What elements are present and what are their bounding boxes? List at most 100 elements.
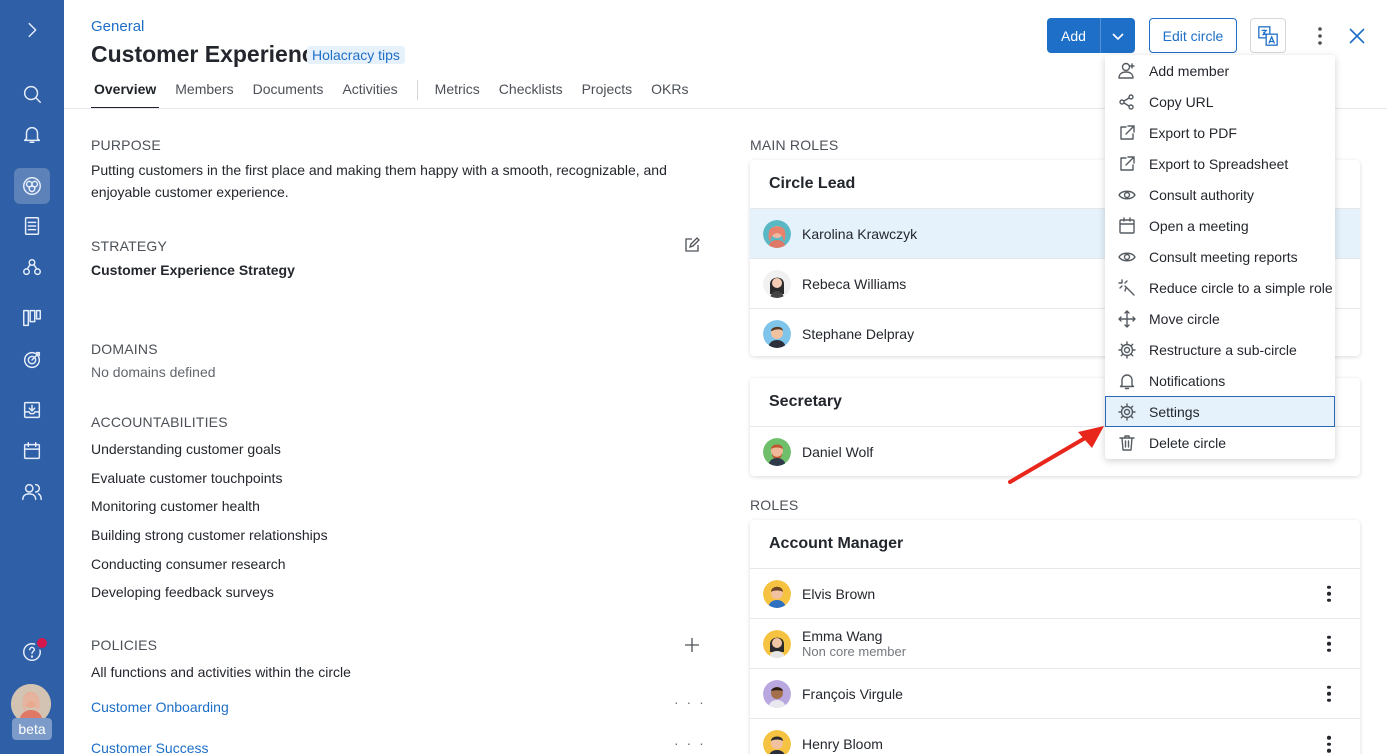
menu-item-reduce-circle[interactable]: Reduce circle to a simple role — [1105, 272, 1335, 303]
edit-strategy-button[interactable] — [683, 236, 701, 257]
search-icon[interactable] — [14, 76, 50, 112]
breadcrumb[interactable]: General — [91, 18, 144, 35]
holacracy-tips-link[interactable]: Holacracy tips — [307, 46, 405, 64]
member-name: Emma Wang — [802, 628, 883, 644]
member-more-button[interactable] — [1326, 735, 1332, 753]
purpose-heading: PURPOSE — [91, 137, 161, 153]
member-row[interactable]: Elvis Brown — [750, 569, 1360, 619]
people-icon[interactable] — [14, 474, 50, 510]
tab-overview[interactable]: Overview — [90, 81, 160, 109]
menu-item-label: Delete circle — [1149, 434, 1227, 451]
avatar — [763, 629, 791, 658]
edit-circle-button[interactable]: Edit circle — [1149, 18, 1237, 53]
translate-button[interactable] — [1250, 18, 1286, 53]
add-dropdown-button[interactable] — [1100, 18, 1135, 53]
menu-item-export-pdf[interactable]: Export to PDF — [1105, 117, 1335, 148]
plus-icon — [685, 638, 699, 652]
expand-icon[interactable] — [14, 12, 50, 48]
policy-more-button[interactable]: · · · — [674, 694, 706, 710]
menu-item-label: Restructure a sub-circle — [1149, 341, 1297, 358]
menu-item-consult-authority[interactable]: Consult authority — [1105, 179, 1335, 210]
share-icon — [1118, 93, 1136, 111]
menu-item-settings[interactable]: Settings — [1105, 396, 1335, 427]
tab-documents[interactable]: Documents — [253, 81, 324, 107]
menu-item-copy-url[interactable]: Copy URL — [1105, 86, 1335, 117]
tab-metrics[interactable]: Metrics — [435, 81, 480, 107]
tab-bar: Overview Members Documents Activities Me… — [90, 80, 708, 109]
gear-icon — [1118, 341, 1136, 359]
menu-item-label: Settings — [1149, 403, 1200, 420]
eye-icon — [1118, 248, 1136, 266]
member-row[interactable]: Emma Wang Non core member — [750, 619, 1360, 669]
menu-item-delete-circle[interactable]: Delete circle — [1105, 427, 1335, 458]
bell-icon[interactable] — [14, 116, 50, 152]
policy-link[interactable]: Customer Onboarding — [91, 699, 229, 715]
menu-item-label: Export to PDF — [1149, 124, 1237, 141]
tab-projects[interactable]: Projects — [582, 81, 633, 107]
page-title: Customer Experience — [91, 41, 328, 67]
member-name: Henry Bloom — [802, 736, 883, 752]
member-more-button[interactable] — [1326, 635, 1332, 652]
more-options-button[interactable] — [1308, 22, 1332, 50]
member-name: Stephane Delpray — [802, 326, 915, 342]
menu-item-notifications[interactable]: Notifications — [1105, 365, 1335, 396]
member-row[interactable]: Henry Bloom — [750, 719, 1360, 754]
tab-divider — [416, 80, 418, 100]
menu-item-move-circle[interactable]: Move circle — [1105, 303, 1335, 334]
menu-item-label: Add member — [1149, 62, 1230, 79]
add-policy-button[interactable] — [684, 637, 700, 656]
edit-icon — [685, 237, 700, 252]
tab-okrs[interactable]: OKRs — [651, 81, 688, 107]
strategy-text[interactable]: Customer Experience Strategy — [91, 259, 711, 281]
menu-item-open-meeting[interactable]: Open a meeting — [1105, 210, 1335, 241]
menu-item-label: Open a meeting — [1149, 217, 1249, 234]
tab-checklists[interactable]: Checklists — [499, 81, 563, 107]
purpose-text: Putting customers in the first place and… — [91, 162, 667, 200]
menu-item-restructure[interactable]: Restructure a sub-circle — [1105, 334, 1335, 365]
annotation-arrow-icon — [1008, 426, 1104, 484]
circle-actions-menu: Add member Copy URL Export to PDF Export… — [1105, 55, 1335, 459]
member-name: Rebeca Williams — [802, 275, 907, 292]
menu-item-label: Notifications — [1149, 372, 1226, 389]
menu-item-meeting-reports[interactable]: Consult meeting reports — [1105, 241, 1335, 272]
external-link-icon — [1118, 155, 1136, 173]
member-row[interactable]: François Virgule — [750, 669, 1360, 719]
main-roles-heading: MAIN ROLES — [750, 137, 839, 153]
inbox-icon[interactable] — [14, 392, 50, 428]
menu-item-label: Consult authority — [1149, 186, 1255, 203]
add-button[interactable]: Add — [1047, 18, 1100, 53]
policies-text: All functions and activities within the … — [91, 664, 351, 680]
tab-activities[interactable]: Activities — [342, 81, 397, 107]
role-title[interactable]: Account Manager — [750, 520, 1360, 569]
accountability-item: Understanding customer goals — [91, 441, 281, 457]
board-icon[interactable] — [14, 300, 50, 336]
member-more-button[interactable] — [1326, 585, 1332, 602]
avatar — [763, 730, 791, 754]
kebab-icon — [1318, 27, 1322, 45]
policy-link[interactable]: Customer Success — [91, 740, 208, 754]
policy-more-button[interactable]: · · · — [674, 735, 706, 751]
target-icon[interactable] — [14, 342, 50, 378]
accountabilities-heading: ACCOUNTABILITIES — [91, 414, 228, 430]
menu-item-label: Reduce circle to a simple role — [1149, 279, 1333, 296]
member-name: François Virgule — [802, 685, 903, 702]
roles-icon[interactable] — [14, 250, 50, 286]
document-icon[interactable] — [14, 208, 50, 244]
accountability-item: Building strong customer relationships — [91, 527, 328, 543]
move-icon — [1118, 310, 1136, 328]
calendar-icon[interactable] — [14, 433, 50, 469]
menu-item-add-member[interactable]: Add member — [1105, 55, 1335, 86]
menu-item-export-spreadsheet[interactable]: Export to Spreadsheet — [1105, 148, 1335, 179]
member-more-button[interactable] — [1326, 685, 1332, 702]
close-button[interactable] — [1344, 22, 1370, 50]
strategy-heading: STRATEGY — [91, 238, 168, 254]
circles-icon[interactable] — [14, 168, 50, 204]
avatar — [763, 269, 791, 298]
bell-icon — [1118, 372, 1136, 390]
roles-heading: ROLES — [750, 497, 799, 513]
avatar — [763, 320, 791, 348]
avatar — [763, 679, 791, 708]
tab-members[interactable]: Members — [175, 81, 233, 107]
member-name: Elvis Brown — [802, 585, 876, 602]
accountability-item: Conducting consumer research — [91, 556, 286, 572]
